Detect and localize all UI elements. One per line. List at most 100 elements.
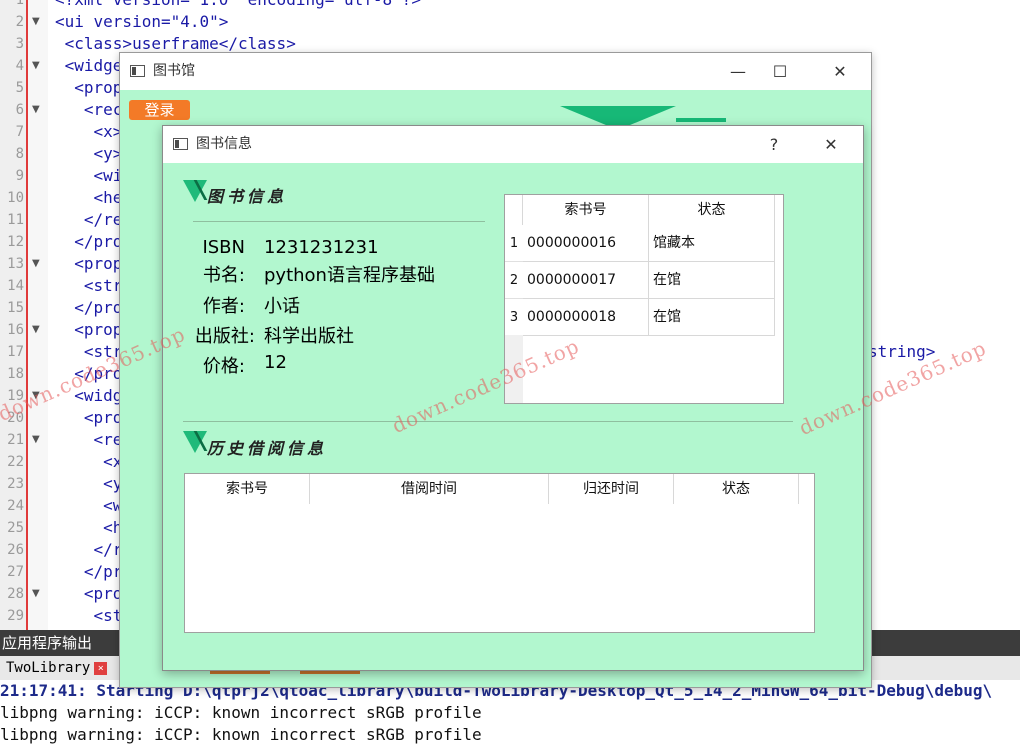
line-number: 9 (15, 168, 24, 184)
fold-arrow-icon[interactable]: ▼ (32, 319, 40, 341)
window-icon (173, 138, 188, 150)
book-section-title: 图书信息 (207, 187, 288, 206)
code-line[interactable]: <y (55, 473, 122, 495)
code-line[interactable]: <prop (55, 77, 122, 99)
help-button[interactable]: ? (751, 126, 797, 163)
publisher-value: 科学出版社 (264, 326, 354, 347)
history-section-title: 历史借阅信息 (207, 439, 328, 458)
dialog-titlebar[interactable]: 图书信息 ? ✕ (163, 126, 863, 163)
price-label: 价格: (202, 356, 245, 377)
table-cell-status[interactable]: 馆藏本 (649, 225, 775, 262)
table-cell-call-no[interactable]: 0000000017 (523, 262, 649, 299)
table-header-call-no[interactable]: 索书号 (523, 195, 649, 225)
code-line[interactable]: <x (55, 451, 122, 473)
line-number: 11 (7, 212, 24, 228)
code-line[interactable]: <pro (55, 583, 123, 605)
history-header-call-no[interactable]: 索书号 (185, 474, 310, 504)
line-number: 7 (15, 124, 24, 140)
fold-arrow-icon[interactable]: ▼ (32, 583, 40, 605)
code-line[interactable]: <x> (55, 121, 123, 143)
line-number: 16 (7, 322, 24, 338)
code-line[interactable]: <?xml version="1.0" encoding="utf-8"?> (55, 0, 421, 11)
publisher-label: 出版社: (194, 326, 255, 347)
name-value: python语言程序基础 (264, 265, 435, 286)
line-number: 22 (7, 454, 24, 470)
line-number: 2 (15, 14, 24, 30)
code-line[interactable]: <st (55, 605, 123, 627)
output-tab-twolibrary[interactable]: TwoLibrary × (0, 656, 108, 680)
history-header-return-time[interactable]: 归还时间 (549, 474, 674, 504)
code-line[interactable]: </r (55, 539, 123, 561)
decorative-bar (676, 118, 726, 122)
fold-column (28, 0, 48, 630)
row-header[interactable]: 1 (505, 225, 523, 262)
section-flag-icon (183, 431, 207, 453)
code-line[interactable]: <wi (55, 165, 123, 187)
code-line[interactable]: <widge (55, 55, 123, 77)
table-header-status[interactable]: 状态 (649, 195, 775, 225)
code-line[interactable]: <re (55, 429, 123, 451)
close-button[interactable]: ✕ (817, 53, 863, 90)
code-line[interactable]: </re (55, 209, 123, 231)
history-table[interactable]: 索书号 借阅时间 归还时间 状态 (184, 473, 815, 633)
code-line[interactable]: <h (55, 517, 122, 539)
copies-table[interactable]: 索书号 状态 1 0000000016 馆藏本 2 0000000017 在馆 … (504, 194, 784, 404)
output-line: libpng warning: iCCP: known incorrect sR… (0, 725, 482, 744)
code-line[interactable]: <ui version="4.0"> (55, 11, 228, 33)
fold-arrow-icon[interactable]: ▼ (32, 253, 40, 275)
author-value: 小话 (264, 296, 300, 317)
line-number: 28 (7, 586, 24, 602)
fold-arrow-icon[interactable]: ▼ (32, 429, 40, 451)
table-cell-status[interactable]: 在馆 (649, 262, 775, 299)
code-line[interactable]: </pr (55, 561, 123, 583)
table-cell-status[interactable]: 在馆 (649, 299, 775, 336)
code-line[interactable]: </pro (55, 297, 122, 319)
fold-arrow-icon[interactable]: ▼ (32, 11, 40, 33)
history-header-status[interactable]: 状态 (674, 474, 799, 504)
book-info-dialog: 图书信息 ? ✕ 图书信息 ISBN 1231231231 书名: python… (162, 125, 864, 671)
code-line[interactable]: <he (55, 187, 123, 209)
code-line[interactable]: <w (55, 495, 122, 517)
line-number: 23 (7, 476, 24, 492)
author-label: 作者: (202, 296, 245, 317)
minimize-button[interactable]: — (715, 53, 761, 90)
line-number: 29 (7, 608, 24, 624)
output-tab-label: TwoLibrary (6, 660, 91, 676)
isbn-label: ISBN (202, 237, 245, 258)
line-number: 26 (7, 542, 24, 558)
dialog-body: 图书信息 ISBN 1231231231 书名: python语言程序基础 作者… (163, 163, 863, 670)
code-line[interactable]: <rec (55, 99, 123, 121)
price-value: 12 (264, 352, 287, 373)
history-header-borrow-time[interactable]: 借阅时间 (310, 474, 549, 504)
main-window-titlebar[interactable]: 图书馆 — ☐ ✕ (120, 53, 871, 90)
line-number: 13 (7, 256, 24, 272)
code-line[interactable]: <pro (55, 407, 123, 429)
line-number: 25 (7, 520, 24, 536)
table-cell-call-no[interactable]: 0000000018 (523, 299, 649, 336)
code-line[interactable]: <prop (55, 319, 122, 341)
section-divider (183, 421, 793, 422)
fold-arrow-icon[interactable]: ▼ (32, 55, 40, 77)
row-header[interactable]: 2 (505, 262, 523, 299)
login-button[interactable]: 登录 (129, 100, 190, 120)
close-button[interactable]: ✕ (808, 126, 854, 163)
line-number: 10 (7, 190, 24, 206)
line-number: 15 (7, 300, 24, 316)
code-line[interactable]: <prop (55, 253, 122, 275)
name-label: 书名: (202, 265, 245, 286)
line-number: 1 (15, 0, 24, 8)
section-divider (193, 221, 485, 222)
line-number: 21 (7, 432, 24, 448)
table-cell-call-no[interactable]: 0000000016 (523, 225, 649, 262)
line-number: 14 (7, 278, 24, 294)
code-line[interactable]: <str (55, 275, 123, 297)
output-line: libpng warning: iCCP: known incorrect sR… (0, 703, 482, 722)
fold-arrow-icon[interactable]: ▼ (32, 99, 40, 121)
close-icon[interactable]: × (94, 661, 108, 675)
maximize-button[interactable]: ☐ (757, 53, 803, 90)
row-header[interactable]: 3 (505, 299, 523, 336)
line-number: 8 (15, 146, 24, 162)
code-line[interactable]: <y> (55, 143, 123, 165)
main-window-title: 图书馆 (153, 63, 195, 79)
code-line[interactable]: </pro (55, 231, 122, 253)
